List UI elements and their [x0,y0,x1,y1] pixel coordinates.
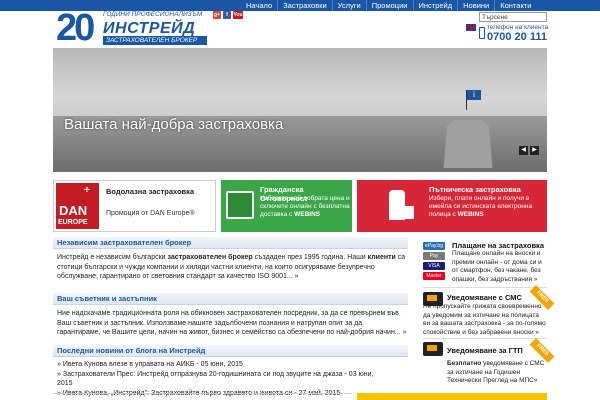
hero-prev-button[interactable]: ◀ [519,146,528,155]
mastercard-icon: Master [423,272,445,280]
broker-link-broker[interactable]: застрахователен брокер [168,254,253,261]
phone-label: телефон на клиента [487,24,549,31]
visa-icon: VISA [423,262,445,270]
side-divider [423,338,547,339]
phone-icon [479,27,485,39]
epay-icon: ePay.bg [423,242,445,250]
nav-item-news[interactable]: Новини [457,0,494,11]
car-document-icon [226,191,254,219]
nav-menu: Начало Застраховки Услуги Промоции Инстр… [241,0,536,11]
side-payment-title[interactable]: Плащане на застраховка [452,241,547,250]
nav-item-insurance[interactable]: Застраховки [277,0,332,11]
promo-dive-insurance[interactable]: + DAN EUROPE Водолазна застраховка Промо… [53,180,216,232]
section-heading-broker[interactable]: Независим застрахователен брокер [53,237,408,249]
bottom-teaser-3[interactable] [224,393,352,400]
nav-item-promotions[interactable]: Промоции [365,0,413,11]
logo-tagline: ГОДИНИ ПРОФЕСИОНАЛИЗЪМ [103,11,203,18]
facebook-icon[interactable]: f [223,11,231,19]
section-text-advisor: Ние надскачаме традиционната роля на оби… [57,310,407,336]
side-payment[interactable]: Плащане на застраховка Плащане онлайн на… [452,241,547,284]
nav-item-home[interactable]: Начало [241,0,277,11]
promo-travel-webins: WEBINS [457,211,484,218]
side-gtp[interactable]: Уведомяване за ГТП [447,346,535,355]
dan-logo-text: DAN [59,203,88,218]
side-sms-body: Не пропускайте грижата своевременно да у… [423,303,547,337]
side-gtp-title[interactable]: Уведомяване за ГТП [447,346,535,355]
promo-civil-webins: WEBINS [294,211,321,218]
promo-travel-insurance[interactable]: Пътническа застраховка Избери, плати онл… [357,180,547,232]
broker-link-clients[interactable]: клиенти [368,254,396,261]
luggage-icon [403,206,414,219]
gtp-car-icon [423,342,443,356]
logo-subtitle: ЗАСТРАХОВАТЕЛЕН БРОКЕР [103,36,207,45]
social-links: g+ f You [213,11,243,19]
hero-title: Вашата най-добра застраховка [64,116,284,133]
dan-plus-icon: + [84,185,90,196]
search-input[interactable] [479,12,547,22]
google-plus-icon[interactable]: g+ [213,11,221,19]
section-heading-advisor[interactable]: Ваш съветник и застъпник [53,293,408,305]
nav-item-services[interactable]: Услуги [331,0,366,11]
news-item[interactable]: » Ивета Кунова влезе в управата на АИКБ … [57,360,387,370]
bottom-teaser-4[interactable] [357,393,547,400]
side-sms-text: Не пропускайте грижата своевременно да у… [423,303,546,336]
hero-arrows: ◀ ▶ [519,146,539,155]
side-gtp-body: Безплатно уведомяване с СМС за изтичане … [447,360,547,386]
side-payment-text: Плащане онлайн на вноски и премии онлайн… [452,250,542,283]
hero-next-button[interactable]: ▶ [530,146,539,155]
side-divider [423,287,547,288]
pay-icon: Pay [423,252,445,260]
promo-dive-desc: Промоция от DAN Europe® [106,210,195,217]
side-gtp-strong: Безплатно [447,360,482,367]
bottom-teaser-2[interactable] [140,393,220,400]
youtube-icon[interactable]: You [233,11,243,19]
bottom-teaser-1[interactable] [53,393,136,400]
news-item[interactable]: » Застрахователи Прес: Инстрейд отпразну… [57,370,387,389]
info-flag-icon: i [467,90,481,100]
english-flag-icon[interactable] [466,24,476,31]
promo-dive-title[interactable]: Водолазна застраховка [106,187,194,196]
section-heading-news[interactable]: Последни новини от блога на Инстрейд [53,345,408,357]
logo-anniversary-number[interactable]: 20 [56,9,95,47]
phone-number[interactable]: 0700 20 111 [487,31,547,43]
dan-europe-logo: + DAN EUROPE [56,183,99,229]
side-sms[interactable]: Уведомяване с СМС [447,293,535,302]
nav-item-contacts[interactable]: Контакти [494,0,536,11]
broker-text-1: Инстрейд е независим български [57,254,168,261]
hero-banner[interactable]: i Вашата най-добра застраховка ◀ ▶ [53,48,547,172]
promo-civil-liability[interactable]: Гражданска Отговорност Изберете най-добр… [221,180,352,232]
side-sms-title[interactable]: Уведомяване с СМС [447,293,535,302]
promo-civil-desc: Изберете най-добрата цена и сключете онл… [260,195,350,219]
payment-cards: ePay.bg Pay VISA Master [423,242,445,282]
dan-logo-europe: EUROPE [58,219,88,226]
promo-travel-title[interactable]: Пътническа застраховка [429,185,521,194]
broker-text-2: създаден през 1995 година. Наши [252,254,368,261]
nav-item-instrade[interactable]: Инстрейд [412,0,458,11]
side-gtp-text: Безплатно уведомяване с СМС за изтичане … [447,360,547,386]
promo-travel-desc: Избери, плати онлайн и получи в имейла с… [429,195,545,219]
section-text-broker: Инстрейд е независим български застрахов… [57,253,407,282]
